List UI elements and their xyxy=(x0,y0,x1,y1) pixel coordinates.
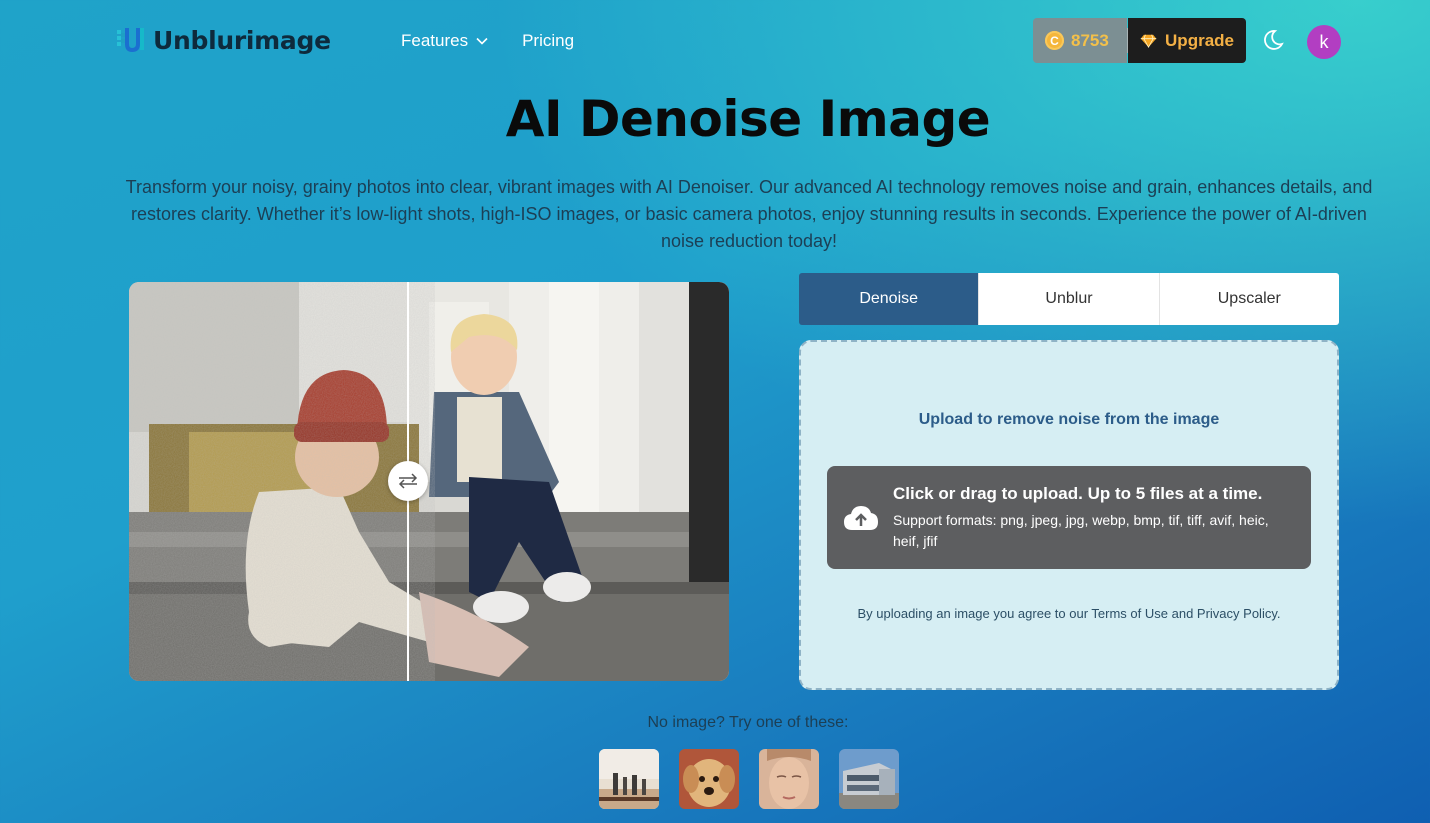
diamond-icon xyxy=(1140,34,1157,48)
sample-woman-face[interactable] xyxy=(759,749,819,809)
tab-denoise[interactable]: Denoise xyxy=(799,273,979,325)
upload-button[interactable]: Click or drag to upload. Up to 5 files a… xyxy=(827,466,1311,569)
agree-suffix: . xyxy=(1276,606,1281,621)
avatar[interactable]: k xyxy=(1307,25,1341,59)
agree-and: and xyxy=(1168,606,1197,621)
compare-photo xyxy=(129,282,729,681)
agree-prefix: By uploading an image you agree to our xyxy=(857,606,1092,621)
upload-agreement: By uploading an image you agree to our T… xyxy=(801,606,1337,621)
credits-balance[interactable]: C 8753 xyxy=(1033,18,1127,63)
tool-tabs: Denoise Unblur Upscaler xyxy=(799,273,1339,325)
moon-icon[interactable] xyxy=(1262,28,1286,52)
coin-icon: C xyxy=(1045,31,1064,50)
nav-features-label: Features xyxy=(401,31,469,50)
sample-puppy[interactable] xyxy=(679,749,739,809)
terms-link[interactable]: Terms of Use xyxy=(1091,606,1168,621)
credits-upgrade-group: C 8753 Upgrade xyxy=(1033,18,1246,63)
privacy-link[interactable]: Privacy Policy xyxy=(1197,606,1277,621)
sample-family-beach[interactable] xyxy=(599,749,659,809)
samples-label: No image? Try one of these: xyxy=(647,714,849,731)
before-after-compare[interactable] xyxy=(129,282,729,681)
sample-building[interactable] xyxy=(839,749,899,809)
upload-heading: Upload to remove noise from the image xyxy=(918,411,1220,428)
logo-icon xyxy=(115,24,147,56)
upgrade-button[interactable]: Upgrade xyxy=(1128,18,1246,63)
page-description: Transform your noisy, grainy photos into… xyxy=(125,177,1373,251)
tab-unblur[interactable]: Unblur xyxy=(978,273,1159,325)
tab-upscaler[interactable]: Upscaler xyxy=(1158,273,1339,325)
logo[interactable]: Unblurimage xyxy=(115,24,331,56)
page-title: AI Denoise Image xyxy=(505,90,991,148)
nav-features[interactable]: Features xyxy=(401,31,488,51)
logo-text: Unblurimage xyxy=(153,25,331,55)
upload-title: Click or drag to upload. Up to 5 files a… xyxy=(893,483,1263,503)
cloud-upload-icon xyxy=(844,505,878,530)
upgrade-label: Upgrade xyxy=(1165,30,1234,50)
nav-pricing[interactable]: Pricing xyxy=(522,31,574,51)
nav-pricing-label: Pricing xyxy=(522,31,575,50)
chevron-down-icon xyxy=(476,37,488,45)
sample-images xyxy=(599,749,899,809)
swap-arrows-icon[interactable] xyxy=(388,461,428,501)
upload-button-text: Click or drag to upload. Up to 5 files a… xyxy=(893,484,1293,552)
upload-formats: Support formats: png, jpeg, jpg, webp, b… xyxy=(893,511,1269,549)
upload-dropzone[interactable]: Upload to remove noise from the image Cl… xyxy=(799,340,1339,690)
main-nav: Features Pricing xyxy=(401,31,574,51)
credits-count: 8753 xyxy=(1071,30,1109,50)
